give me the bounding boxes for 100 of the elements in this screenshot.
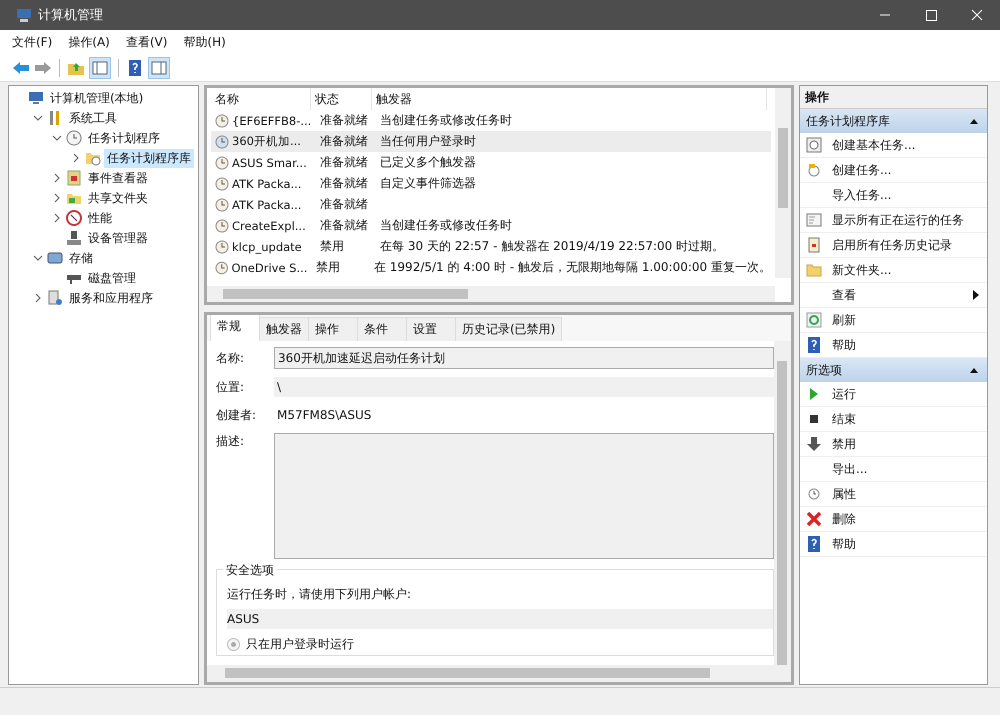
back-icon[interactable] [12, 59, 30, 77]
tree-item[interactable]: 任务计划程序库 [104, 148, 194, 168]
collapse-icon[interactable] [969, 366, 979, 374]
action-item[interactable]: 帮助 [832, 336, 979, 354]
expand-icon[interactable] [52, 193, 62, 203]
tree-item[interactable]: 设备管理器 [85, 228, 151, 248]
menu-item[interactable]: 查看(V) [126, 34, 168, 51]
column-header[interactable]: 状态 [311, 88, 372, 110]
horizontal-scrollbar[interactable] [207, 665, 791, 682]
section-header[interactable]: 所选项 [800, 358, 987, 382]
tree-item[interactable]: 事件查看器 [85, 168, 151, 188]
field-label: 位置: [216, 378, 246, 396]
action-item[interactable]: 新文件夹... [832, 262, 979, 278]
table-cell-text: 准备就绪 [319, 133, 369, 150]
collapse-icon[interactable] [33, 253, 43, 263]
action-item[interactable]: 删除 [832, 510, 979, 528]
table-cell-text: 准备就绪 [319, 196, 369, 213]
tab[interactable]: 条件 [357, 317, 407, 341]
tree-item[interactable]: 共享文件夹 [85, 188, 151, 208]
table-cell-text: 已定义多个触发器 [379, 154, 476, 171]
tab[interactable]: 历史记录(已禁用) [455, 317, 562, 341]
action-item[interactable]: 禁用 [832, 436, 979, 452]
selected-row[interactable]: 360开机加... 准备就绪 当任何用户登录时 [211, 131, 771, 152]
field-label: 创建者: [216, 406, 258, 424]
action-item[interactable]: 创建基本任务... [832, 136, 979, 154]
folder-icon [85, 150, 101, 166]
computer-icon [28, 90, 44, 106]
window-title: 计算机管理 [38, 7, 103, 24]
pane-toggle-icon[interactable] [89, 57, 111, 79]
section-header[interactable]: 任务计划程序库 [800, 109, 987, 133]
table-cell-text: 准备就绪 [319, 175, 369, 192]
action-item[interactable]: 帮助 [832, 536, 979, 552]
table-cell-text: klcp_update [232, 240, 303, 254]
expand-icon[interactable] [52, 213, 62, 223]
radio-label[interactable]: 只在用户登录时运行 [246, 636, 354, 652]
clock-icon [215, 260, 228, 274]
clock-icon [806, 486, 822, 502]
tab[interactable]: 操作 [308, 317, 358, 341]
tree-item[interactable]: 存储 [66, 248, 96, 268]
action-item[interactable]: 结束 [832, 410, 979, 428]
forward-icon[interactable] [34, 59, 52, 77]
expand-icon[interactable] [52, 173, 62, 183]
column-header[interactable]: 触发器 [372, 88, 767, 110]
table-cell-text: 当任何用户登录时 [379, 133, 476, 150]
history-icon [806, 237, 822, 253]
task-icon [806, 162, 822, 178]
table-cell-text: 禁用 [315, 259, 342, 276]
clock-icon [215, 240, 229, 254]
running-icon [806, 212, 822, 228]
clock-icon [215, 114, 229, 128]
name-field[interactable]: 360开机加速延迟启动任务计划 [274, 347, 774, 369]
action-item[interactable]: 刷新 [832, 312, 979, 328]
field-label: 描述: [216, 433, 246, 450]
action-item[interactable]: 导出... [832, 460, 979, 478]
collapse-icon[interactable] [52, 133, 62, 143]
app-icon [16, 7, 32, 23]
menu-item[interactable]: 帮助(H) [183, 34, 226, 51]
clock-icon [215, 218, 229, 232]
tree-item[interactable]: 服务和应用程序 [66, 288, 156, 308]
delete-icon [806, 511, 822, 527]
tree-item[interactable]: 计算机管理(本地) [47, 88, 146, 108]
menu-item[interactable]: 文件(F) [12, 34, 52, 51]
refresh-icon [806, 312, 822, 328]
horizontal-scrollbar[interactable] [207, 286, 775, 302]
log-icon [66, 170, 82, 186]
description-field[interactable] [274, 433, 774, 559]
action-item[interactable]: 启用所有任务历史记录 [832, 236, 979, 254]
expand-icon[interactable] [33, 293, 43, 303]
table-cell-text: CreateExpl... [232, 218, 307, 232]
action-pane-icon[interactable] [148, 57, 170, 79]
column-header[interactable]: 名称 [211, 88, 311, 110]
submenu-arrow-icon [973, 290, 979, 300]
menu-item[interactable]: 操作(A) [68, 34, 110, 51]
table-cell-text: 准备就绪 [319, 217, 369, 234]
vertical-scrollbar[interactable] [775, 88, 791, 278]
tree-item[interactable]: 磁盘管理 [85, 268, 139, 288]
tab[interactable]: 设置 [406, 317, 456, 341]
vertical-scrollbar[interactable] [774, 341, 791, 665]
tab[interactable]: 触发器 [259, 317, 309, 341]
tree-item[interactable]: 系统工具 [66, 108, 120, 128]
action-item[interactable]: 创建任务... [832, 162, 979, 178]
table-cell-text: 360开机加... [232, 134, 302, 149]
collapse-icon[interactable] [33, 113, 43, 123]
action-item[interactable]: 运行 [832, 386, 979, 402]
clock-icon [215, 176, 229, 190]
help-icon[interactable] [126, 59, 144, 77]
tab[interactable]: 常规 [210, 315, 260, 341]
action-item[interactable]: 属性 [832, 486, 979, 502]
radio-button[interactable] [227, 638, 240, 650]
tree-item[interactable]: 任务计划程序 [85, 128, 163, 148]
collapse-icon[interactable] [969, 117, 979, 125]
device-icon [66, 230, 82, 246]
expand-icon[interactable] [71, 153, 81, 163]
table-cell-text: 在 1992/5/1 的 4:00 时 - 触发后，无限期地每隔 1.00:00:00 重复一次。 [372, 259, 771, 276]
storage-icon [47, 250, 63, 266]
action-item[interactable]: 查看 [832, 286, 973, 304]
action-item[interactable]: 显示所有正在运行的任务 [832, 212, 979, 228]
tree-item[interactable]: 性能 [85, 208, 115, 228]
action-item[interactable]: 导入任务... [832, 186, 979, 204]
table-cell-text: 在每 30 天的 22:57 - 触发器在 2019/4/19 22:57:00 时过期。 [379, 238, 724, 255]
